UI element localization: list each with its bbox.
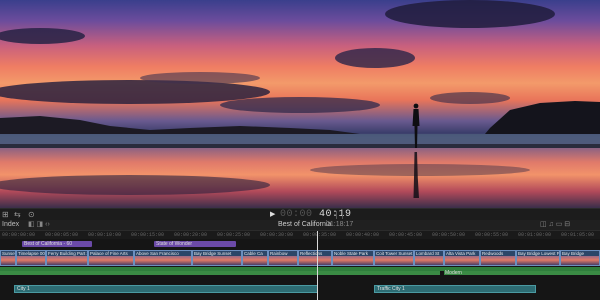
ruler-tick: 00:00:15:00 <box>131 232 165 238</box>
video-clip[interactable]: Lombard St <box>414 250 444 266</box>
clip-thumbnail <box>1 256 15 265</box>
clip-thumbnail <box>17 256 45 265</box>
timeline-view-icons[interactable]: ◫ ♫ ▭ ⊟ <box>540 220 570 230</box>
sunset-beach-frame <box>0 0 600 198</box>
video-clip[interactable]: Bay Bridge Sunset <box>192 250 242 266</box>
project-duration: 01:18:17 <box>326 221 354 228</box>
clip-thumbnail <box>269 256 297 265</box>
video-clip[interactable]: Ferry Building Part 2 <box>46 250 88 266</box>
clip-thumbnail <box>517 256 559 265</box>
connected-clip[interactable]: Traffic City 1 <box>374 285 536 293</box>
ruler-tick: 00:00:00:00 <box>2 232 36 238</box>
clip-thumbnail <box>481 256 515 265</box>
video-clip[interactable]: Timelapse 005 <box>16 250 46 266</box>
clip-thumbnail <box>89 256 133 265</box>
ruler-tick: 00:00:40:00 <box>346 232 380 238</box>
ruler-tick: 00:00:50:00 <box>432 232 466 238</box>
connected-clip[interactable]: City 1 <box>14 285 318 293</box>
timeline[interactable]: Best of California - 60 State of Wonder … <box>0 239 600 300</box>
timeline-ruler[interactable]: 00:00:00:00 00:00:05:00 00:00:10:00 00:0… <box>0 231 600 239</box>
music-clip[interactable] <box>444 271 600 275</box>
clip-thumbnail <box>135 256 191 265</box>
ruler-tick: 00:00:10:00 <box>88 232 122 238</box>
video-clip[interactable]: Coit Tower Sunset <box>374 250 414 266</box>
index-button[interactable]: Index <box>2 220 19 230</box>
video-clip[interactable]: Noble State Park <box>332 250 374 266</box>
title-marker[interactable]: State of Wonder <box>154 241 236 247</box>
clip-thumbnail <box>243 256 267 265</box>
video-clip[interactable]: Palace of Fine Arts <box>88 250 134 266</box>
audio-clip[interactable] <box>0 271 440 275</box>
ruler-tick: 00:00:20:00 <box>174 232 208 238</box>
project-title[interactable]: Best of California <box>278 220 331 230</box>
clip-thumbnail <box>47 256 87 265</box>
video-clip[interactable]: Reflections <box>298 250 332 266</box>
video-clip[interactable]: Above San Francisco <box>134 250 192 266</box>
ruler-tick: 00:00:35:00 <box>303 232 337 238</box>
timecode-separator <box>336 211 337 219</box>
video-clip[interactable]: Redwoods <box>480 250 516 266</box>
ruler-tick: 00:00:55:00 <box>475 232 509 238</box>
timeline-header: Index ◧ ◨ ‹› Best of California 01:18:17… <box>0 220 600 231</box>
video-clip[interactable]: Cable Ca <box>242 250 268 266</box>
clip-thumbnail <box>561 256 599 265</box>
timecode-separator-2 <box>342 211 343 219</box>
video-clip[interactable]: Bay Bridge Lowest Pl <box>516 250 560 266</box>
ruler-tick: 00:00:05:00 <box>45 232 79 238</box>
history-nav-icons[interactable]: ◧ ◨ ‹› <box>28 221 50 229</box>
video-clip[interactable]: Rainbow <box>268 250 298 266</box>
clip-thumbnail <box>445 256 479 265</box>
video-clip[interactable]: Sunset <box>0 250 16 266</box>
clip-thumbnail <box>193 256 241 265</box>
video-clip[interactable]: Alta Vista Park <box>444 250 480 266</box>
title-marker[interactable]: Best of California - 60 <box>22 241 92 247</box>
playhead[interactable] <box>317 231 318 300</box>
timecode-dim: 00:00 <box>280 209 313 220</box>
ruler-tick: 00:00:25:00 <box>217 232 251 238</box>
ruler-tick: 00:01:05:00 <box>561 232 595 238</box>
ruler-tick: 00:00:45:00 <box>389 232 423 238</box>
clip-thumbnail <box>299 256 331 265</box>
clip-thumbnail <box>375 256 413 265</box>
music-clip-label: Modern <box>445 270 462 276</box>
ruler-tick: 00:01:00:00 <box>518 232 552 238</box>
video-clip[interactable]: Bay Bridge <box>560 250 600 266</box>
clip-thumbnail <box>333 256 373 265</box>
clip-thumbnail <box>415 256 443 265</box>
video-viewer <box>0 0 600 208</box>
ruler-tick: 00:00:30:00 <box>260 232 294 238</box>
